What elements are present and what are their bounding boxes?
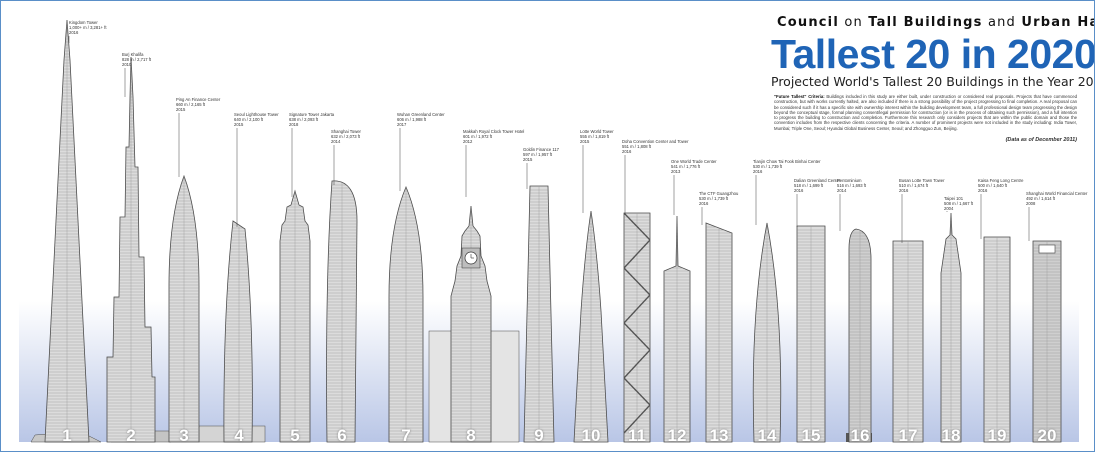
building-label-13: The CTF Guangzhou 530 m / 1,739 ft 2016: [699, 191, 738, 207]
building-16: [848, 228, 872, 443]
building-4-outline: [223, 220, 253, 443]
building-year: 2015: [176, 107, 186, 113]
building-label-17: Busan Lotte Town Tower 510 m / 1,674 ft 20…: [899, 178, 944, 194]
rank-number-4: 4: [234, 426, 244, 445]
building-label-14: Tianjin Chow Tai Fook Binhai Center 530 m…: [753, 159, 821, 175]
rank-number-20: 20: [1037, 426, 1057, 445]
criteria-paragraph: "Future Tallest" Criteria: Buildings inc…: [774, 94, 1077, 131]
org-word-and: and: [982, 15, 1022, 30]
building-label-5: Signature Tower Jakarta 638 m / 2,093 ft 2…: [289, 112, 334, 128]
building-3: [168, 174, 200, 443]
building-label-7: Wuhan Greenland Center 606 m / 1,988 ft 20…: [397, 112, 445, 128]
building-year: 2014: [837, 188, 847, 194]
building-13: [705, 222, 733, 443]
building-year: 2008: [1026, 201, 1036, 207]
building-label-16: Pentominium 516 m / 1,693 ft 2014: [837, 178, 866, 194]
building-label-9: Goldin Finance 117 597 m / 1,957 ft 2015: [523, 147, 559, 163]
building-label-11: Doha Convention Center and Tower 551 m / …: [622, 139, 689, 155]
rank-number-5: 5: [290, 426, 300, 445]
building-year: 2016: [622, 149, 632, 155]
building-year: 2014: [331, 139, 341, 145]
building-17: [892, 240, 924, 443]
building-4: [223, 220, 253, 443]
rank-number-7: 7: [401, 426, 411, 445]
org-word-urban-habitat: Urban Habitat: [1021, 15, 1094, 30]
building-7: [388, 185, 424, 443]
building-year: 2018: [289, 122, 299, 128]
building-20: [1032, 240, 1062, 443]
data-as-of-note: (Data as of December 2011): [1005, 137, 1077, 143]
rank-number-9: 9: [534, 426, 544, 445]
building-8: [450, 205, 492, 443]
building-3-facade: [169, 176, 199, 442]
rank-number-10: 10: [581, 426, 601, 445]
poster-subtitle: Projected World's Tallest 20 Buildings i…: [771, 74, 1095, 89]
building-year: 2016: [794, 188, 804, 194]
building-15: [796, 225, 826, 443]
rank-number-15: 15: [801, 426, 821, 445]
rank-number-19: 19: [987, 426, 1007, 445]
rank-number-12: 12: [667, 426, 687, 445]
building-year: 2017: [397, 122, 407, 128]
building-1: [44, 19, 90, 443]
building-year: 2004: [944, 206, 954, 212]
building-6-outline: [326, 180, 358, 443]
building-label-3: Ping An Finance Center 660 m / 2,165 ft 20…: [176, 97, 220, 113]
ctbuh-organization-name: Council on Tall Buildings and Urban Habi…: [777, 15, 1094, 30]
building-label-19: Kaisa Feng Long Centre 500 m / 1,640 ft 20…: [978, 178, 1023, 194]
building-5: [279, 189, 311, 443]
org-word-council: Council: [777, 15, 839, 30]
building-14: [752, 222, 782, 443]
rank-number-16: 16: [850, 426, 870, 445]
building-label-4: Seoul Lighthouse Tower 640 m / 2,100 ft 20…: [234, 112, 279, 128]
rank-number-3: 3: [179, 426, 189, 445]
building-11: [623, 212, 651, 443]
building-label-8: Makkah Royal Clock Tower Hotel 601 m / 1,…: [463, 129, 524, 145]
building-year: 2016: [699, 201, 709, 207]
building-label-10: Lotte World Tower 555 m / 1,819 ft 2015: [580, 129, 614, 145]
building-year: 2016: [753, 169, 763, 175]
building-18: [940, 212, 962, 443]
rank-number-14: 14: [757, 426, 777, 445]
poster-title: Tallest 20 in 2020: [771, 31, 1095, 77]
building-year: 2016: [978, 188, 988, 194]
rank-number-18: 18: [941, 426, 961, 445]
building-label-20: Shanghai World Financial Center 492 m / 1…: [1026, 191, 1087, 207]
building-19: [983, 236, 1011, 443]
building-label-15: Dalian Greenland Center 518 m / 1,699 ft 2…: [794, 178, 840, 194]
building-9: [523, 185, 555, 443]
building-year: 2015: [234, 122, 244, 128]
rank-number-6: 6: [337, 426, 347, 445]
building-label-2: Burj Khalifa 828 m / 2,717 ft 2010: [122, 52, 151, 68]
criteria-text: Buildings included in this study are eit…: [774, 94, 1077, 131]
rank-number-11: 11: [628, 426, 646, 445]
rank-number-2: 2: [126, 426, 136, 445]
criteria-heading: "Future Tallest" Criteria:: [774, 94, 825, 99]
building-2: [106, 56, 156, 443]
building-label-12: One World Trade Center 541 m / 1,776 ft 20…: [671, 159, 717, 175]
building-year: 2012: [463, 139, 473, 145]
building-label-6: Shanghai Tower 632 m / 2,073 ft 2014: [331, 129, 361, 145]
building-12: [663, 215, 691, 443]
org-word-tall-buildings: Tall Buildings: [868, 15, 983, 30]
building-year: 2010: [122, 62, 132, 68]
rank-number-8: 8: [466, 426, 476, 445]
building-year: 2016: [899, 188, 909, 194]
building-label-1: Kingdom Tower 1,000+ m / 3,281+ ft 2016: [69, 20, 106, 36]
rank-number-17: 17: [898, 426, 918, 445]
org-word-on: on: [839, 15, 869, 30]
building-year: 2013: [671, 169, 681, 175]
rank-number-13: 13: [709, 426, 729, 445]
building-year: 2015: [523, 157, 533, 163]
building-6: [326, 180, 358, 443]
building-label-18: Taipei 101 508 m / 1,667 ft 2004: [944, 196, 973, 212]
tallest-20-poster: Council on Tall Buildings and Urban Habi…: [0, 0, 1095, 452]
building-year: 2016: [69, 30, 79, 36]
rank-number-1: 1: [62, 426, 72, 445]
building-year: 2015: [580, 139, 590, 145]
